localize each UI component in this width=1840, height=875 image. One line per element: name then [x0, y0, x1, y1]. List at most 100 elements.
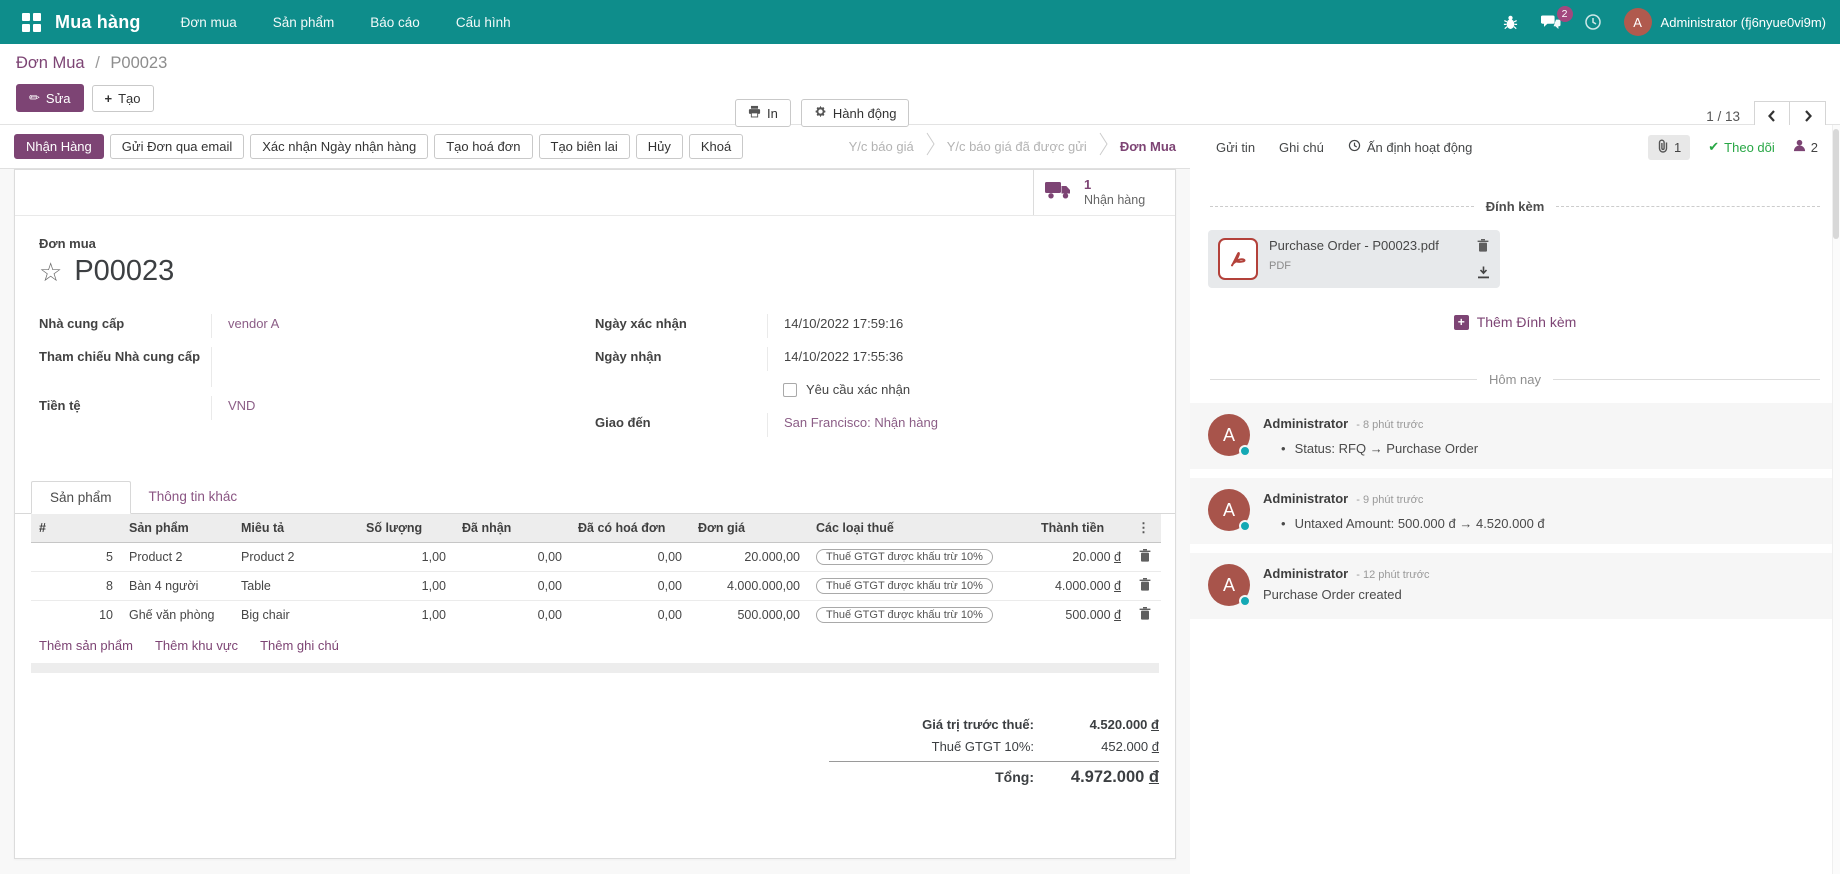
currency-value[interactable]: VND	[211, 396, 595, 420]
vendor-ref-value[interactable]	[211, 347, 595, 387]
bullet: •	[1263, 441, 1286, 456]
message[interactable]: A Administrator - 12 phút trước Purchase…	[1190, 553, 1840, 619]
currency-label: Tiền tệ	[39, 396, 211, 420]
ask-confirmation-checkbox[interactable]	[783, 383, 797, 397]
col-description[interactable]: Miêu tả	[233, 514, 358, 543]
cell-sequence: 8	[31, 572, 121, 601]
create-receipt-button[interactable]: Tạo biên lai	[539, 134, 630, 159]
add-section-link[interactable]: Thêm khu vực	[155, 638, 238, 653]
tab-products[interactable]: Sản phẩm	[31, 481, 131, 514]
add-product-link[interactable]: Thêm sản phẩm	[39, 638, 133, 653]
message-author[interactable]: Administrator	[1263, 416, 1348, 431]
lock-button[interactable]: Khoá	[689, 134, 743, 159]
create-bill-button[interactable]: Tạo hoá đơn	[434, 134, 532, 159]
table-row[interactable]: 8 Bàn 4 người Table 1,00 0,00 0,00 4.000…	[31, 572, 1161, 601]
add-attachment-button[interactable]: + Thêm Đính kèm	[1190, 314, 1840, 330]
deliver-to-value[interactable]: San Francisco: Nhận hàng	[767, 413, 1151, 437]
print-button[interactable]: In	[735, 99, 791, 127]
apps-grid-icon[interactable]	[22, 13, 41, 32]
activity-clock-icon[interactable]	[1584, 13, 1602, 31]
app-name[interactable]: Mua hàng	[55, 12, 141, 33]
center-buttons: In Hành động	[735, 99, 909, 127]
message-author[interactable]: Administrator	[1263, 491, 1348, 506]
col-sequence[interactable]: #	[31, 514, 121, 543]
log-note-button[interactable]: Ghi chú	[1279, 140, 1324, 155]
tax-amount-value: 452.000 đ	[1034, 739, 1159, 754]
col-unit-price[interactable]: Đơn giá	[690, 514, 808, 543]
plus-square-icon: +	[1454, 315, 1469, 330]
favorite-star-icon[interactable]: ☆	[39, 259, 62, 285]
confirm-date-value[interactable]: 14/10/2022 17:59:16	[767, 314, 1151, 338]
cancel-button[interactable]: Hủy	[636, 134, 683, 159]
message-author[interactable]: Administrator	[1263, 566, 1348, 581]
table-row[interactable]: 5 Product 2 Product 2 1,00 0,00 0,00 20.…	[31, 543, 1161, 572]
form-sheet: 1 Nhận hàng Đơn mua ☆ P00023	[14, 169, 1176, 859]
vendor-ref-label: Tham chiếu Nhà cung cấp	[39, 347, 211, 387]
send-by-email-button[interactable]: Gửi Đơn qua email	[110, 134, 244, 159]
followers-button[interactable]: 2	[1793, 139, 1818, 155]
action-button[interactable]: Hành động	[801, 99, 910, 127]
cell-quantity: 1,00	[358, 601, 454, 630]
receive-products-button[interactable]: Nhận Hàng	[14, 134, 104, 159]
total-label: Tổng:	[995, 769, 1034, 785]
user-name: Administrator (fj6nyue0vi9m)	[1661, 15, 1826, 30]
message[interactable]: A Administrator - 8 phút trước •Status: …	[1190, 403, 1840, 469]
follow-button[interactable]: ✔ Theo dõi	[1708, 139, 1775, 155]
cell-billed: 0,00	[570, 543, 690, 572]
cell-description: Big chair	[233, 601, 358, 630]
receipt-date-value[interactable]: 14/10/2022 17:55:36	[767, 347, 1151, 371]
col-taxes[interactable]: Các loại thuế	[808, 514, 1033, 543]
vendor-value[interactable]: vendor A	[211, 314, 595, 338]
user-menu[interactable]: A Administrator (fj6nyue0vi9m)	[1624, 8, 1826, 36]
scrollbar-thumb[interactable]	[1833, 129, 1839, 239]
smart-button-count: 1	[1084, 177, 1145, 193]
create-button[interactable]: +Tạo	[92, 85, 154, 112]
delete-attachment-icon[interactable]	[1477, 239, 1490, 252]
cell-sequence: 5	[31, 543, 121, 572]
col-quantity[interactable]: Số lượng	[358, 514, 454, 543]
message[interactable]: A Administrator - 9 phút trước •Untaxed …	[1190, 478, 1840, 544]
tab-other-info[interactable]: Thông tin khác	[131, 481, 256, 514]
scrollbar[interactable]	[1832, 125, 1840, 874]
send-message-button[interactable]: Gửi tin	[1216, 140, 1255, 155]
col-product[interactable]: Sản phẩm	[121, 514, 233, 543]
stage-purchase-order[interactable]: Đơn Mua	[1120, 139, 1176, 154]
delete-row-icon[interactable]	[1139, 607, 1151, 620]
confirm-date-label: Ngày xác nhận	[595, 314, 767, 338]
cell-subtotal: 4.000.000 đ	[1033, 572, 1129, 601]
attachment-card[interactable]: Purchase Order - P00023.pdf PDF	[1208, 230, 1500, 288]
breadcrumb-parent[interactable]: Đơn Mua	[16, 54, 85, 72]
optional-columns-icon[interactable]: ⋮	[1137, 520, 1150, 535]
table-row[interactable]: 10 Ghế văn phòng Big chair 1,00 0,00 0,0…	[31, 601, 1161, 630]
online-status-dot	[1239, 595, 1251, 607]
printer-icon	[748, 105, 761, 121]
col-received[interactable]: Đã nhận	[454, 514, 570, 543]
stage-rfq-sent[interactable]: Y/c báo giá đã được gửi	[947, 139, 1087, 154]
chatter-header: Gửi tin Ghi chú Ấn định hoạt động 1 ✔ Th…	[1190, 125, 1840, 169]
avatar: A	[1208, 564, 1250, 606]
deliver-to-label: Giao đến	[595, 413, 767, 437]
messages-icon[interactable]: 2	[1541, 14, 1562, 31]
stage-rfq[interactable]: Y/c báo giá	[849, 139, 914, 154]
gear-icon	[814, 105, 827, 121]
debug-bug-icon[interactable]	[1502, 14, 1519, 31]
col-billed[interactable]: Đã có hoá đơn	[570, 514, 690, 543]
menu-cau-hinh[interactable]: Cấu hình	[456, 15, 511, 30]
delete-row-icon[interactable]	[1139, 578, 1151, 591]
menu-don-mua[interactable]: Đơn mua	[181, 15, 237, 30]
menu-bao-cao[interactable]: Báo cáo	[370, 15, 420, 30]
download-attachment-icon[interactable]	[1477, 266, 1490, 279]
delete-row-icon[interactable]	[1139, 549, 1151, 562]
tax-tag: Thuế GTGT được khấu trừ 10%	[816, 607, 993, 623]
receipt-smart-button[interactable]: 1 Nhận hàng	[1033, 170, 1175, 215]
add-note-link[interactable]: Thêm ghi chú	[260, 638, 339, 653]
col-subtotal[interactable]: Thành tiền	[1033, 514, 1129, 543]
untaxed-amount-value: 4.520.000 đ	[1034, 717, 1159, 732]
confirm-receipt-date-button[interactable]: Xác nhận Ngày nhận hàng	[250, 134, 428, 159]
schedule-activity-button[interactable]: Ấn định hoạt động	[1348, 139, 1473, 155]
breadcrumb: Đơn Mua / P00023	[16, 54, 1824, 73]
attachments-button[interactable]: 1	[1648, 135, 1690, 160]
message-text: Untaxed Amount: 500.000 đ → 4.520.000 đ	[1295, 516, 1545, 531]
edit-button[interactable]: ✏Sửa	[16, 84, 84, 112]
menu-san-pham[interactable]: Sản phẩm	[273, 15, 335, 30]
